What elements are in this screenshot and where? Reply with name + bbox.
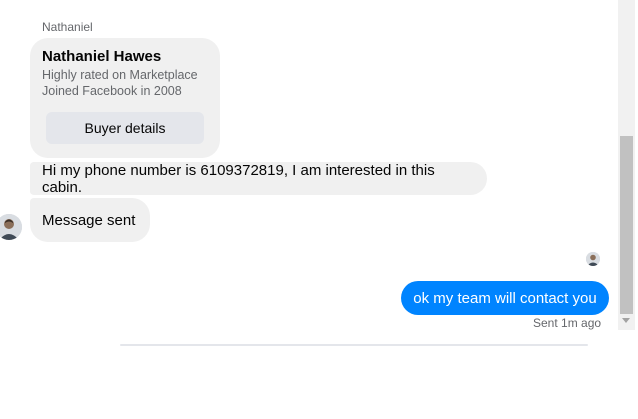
sent-status-label: Sent 1m ago — [533, 316, 602, 330]
seen-avatar-icon — [586, 252, 600, 266]
buyer-details-button[interactable]: Buyer details — [46, 112, 204, 144]
incoming-message-bubble[interactable]: Hi my phone number is 6109372819, I am i… — [30, 161, 487, 196]
composer-divider — [120, 344, 588, 346]
scrollbar-thumb[interactable] — [620, 136, 633, 314]
user-avatar-icon[interactable] — [0, 214, 22, 240]
sender-name-label: Nathaniel — [42, 20, 93, 34]
thread-scrollbar[interactable] — [618, 0, 635, 330]
message-text: ok my team will contact you — [413, 289, 597, 307]
buyer-joined-text: Joined Facebook in 2008 — [42, 84, 182, 98]
outgoing-message-bubble[interactable]: ok my team will contact you — [401, 281, 609, 315]
buyer-name: Nathaniel Hawes — [42, 48, 162, 65]
message-text: Hi my phone number is 6109372819, I am i… — [42, 161, 435, 196]
message-text: Message sent — [42, 211, 136, 229]
scroll-down-arrow-icon[interactable] — [622, 318, 630, 323]
buyer-rating-text: Highly rated on Marketplace — [42, 68, 198, 82]
incoming-message-bubble[interactable]: Message sent — [30, 198, 150, 242]
buyer-profile-card: Nathaniel Hawes Highly rated on Marketpl… — [30, 38, 220, 158]
message-thread: Nathaniel Nathaniel Hawes Highly rated o… — [0, 0, 618, 330]
